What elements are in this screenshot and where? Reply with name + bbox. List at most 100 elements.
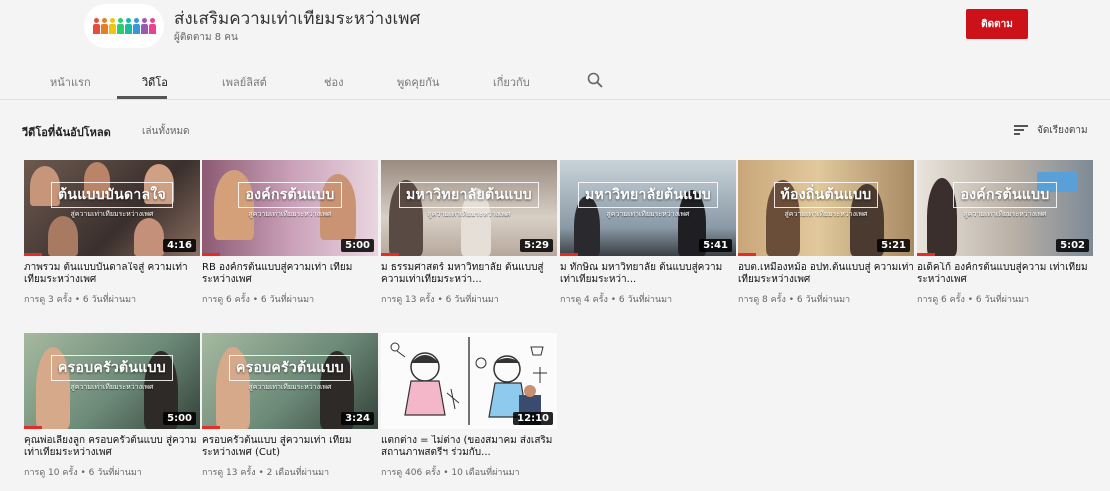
video-duration: 3:24 xyxy=(341,412,374,425)
sort-icon xyxy=(1014,125,1028,135)
subscriber-count: ผู้ติดตาม 8 คน xyxy=(174,32,238,43)
thumbnail-subtitle: สู่ความเท่าเทียมระหว่างเพศ xyxy=(70,383,154,391)
channel-logo-people-icon xyxy=(92,18,156,34)
video-card[interactable]: มหาวิทยาลัยต้นแบบ สู่ความเท่าเทียมระหว่า… xyxy=(560,160,736,306)
video-title[interactable]: ภาพรวม ต้นแบบบันดาลใจสู่ ความเท่าเทียมระ… xyxy=(24,262,200,286)
video-duration: 5:00 xyxy=(163,412,196,425)
video-title[interactable]: แตกต่าง = ไม่ต่าง (ของสมาคม ส่งเสริมสถาน… xyxy=(381,435,557,459)
channel-avatar[interactable] xyxy=(84,4,164,48)
thumbnail-overlay: มหาวิทยาลัยต้นแบบ สู่ความเท่าเทียมระหว่า… xyxy=(560,182,736,220)
thumbnail-title: ต้นแบบบันดาลใจ xyxy=(50,182,174,208)
video-title[interactable]: อบต.เหมืองหม้อ อปท.ต้นแบบสู่ ความเท่าเที… xyxy=(738,262,914,286)
video-card[interactable]: องค์กรต้นแบบ สู่ความเท่าเทียมระหว่างเพศ … xyxy=(202,160,378,306)
video-card[interactable]: มหาวิทยาลัยต้นแบบ สู่ความเท่าเทียมระหว่า… xyxy=(381,160,557,306)
tab-home[interactable]: หน้าแรก xyxy=(50,73,91,91)
person-figure-icon xyxy=(124,18,132,34)
sort-label: จัดเรียงตาม xyxy=(1037,124,1088,136)
thumbnail-title: มหาวิทยาลัยต้นแบบ xyxy=(399,182,539,208)
video-thumbnail[interactable]: ครอบครัวต้นแบบ สู่ความเท่าเทียมระหว่างเพ… xyxy=(202,333,378,429)
watch-progress xyxy=(24,426,42,429)
thumbnail-subtitle: สู่ความเท่าเทียมระหว่างเพศ xyxy=(70,210,154,218)
watch-progress xyxy=(24,253,42,256)
video-title[interactable]: ครอบครัวต้นแบบ สู่ความเท่า เทียมระหว่างเ… xyxy=(202,435,378,459)
thumbnail-subtitle: สู่ความเท่าเทียมระหว่างเพศ xyxy=(963,210,1047,218)
person-figure-icon xyxy=(140,18,148,34)
video-thumbnail[interactable]: ครอบครัวต้นแบบ สู่ความเท่าเทียมระหว่างเพ… xyxy=(24,333,200,429)
video-card[interactable]: ต้นแบบบันดาลใจ สู่ความเท่าเทียมระหว่างเพ… xyxy=(24,160,200,306)
person-figure-icon xyxy=(108,18,116,34)
thumbnail-subtitle: สู่ความเท่าเทียมระหว่างเพศ xyxy=(427,210,511,218)
subscribe-button[interactable]: ติดตาม xyxy=(966,9,1028,39)
person-figure-icon xyxy=(100,18,108,34)
thumbnail-overlay: ครอบครัวต้นแบบ สู่ความเท่าเทียมระหว่างเพ… xyxy=(202,355,378,393)
thumbnail-overlay: ท้องถิ่นต้นแบบ สู่ความเท่าเทียมระหว่างเพ… xyxy=(738,182,914,220)
person-figure-icon xyxy=(132,18,140,34)
video-meta: การดู 4 ครั้ง • 6 วันที่ผ่านมา xyxy=(560,295,673,305)
video-title[interactable]: ม ทักษิณ มหาวิทยาลัย ต้นแบบสู่ความเท่าเท… xyxy=(560,262,736,286)
video-thumbnail[interactable]: ท้องถิ่นต้นแบบ สู่ความเท่าเทียมระหว่างเพ… xyxy=(738,160,914,256)
tab-about[interactable]: เกี่ยวกับ xyxy=(493,73,530,91)
video-meta: การดู 13 ครั้ง • 2 เดือนที่ผ่านมา xyxy=(202,468,330,478)
sort-button[interactable]: จัดเรียงตาม xyxy=(1014,120,1088,140)
video-card[interactable]: ครอบครัวต้นแบบ สู่ความเท่าเทียมระหว่างเพ… xyxy=(24,333,200,479)
tab-channels[interactable]: ช่อง xyxy=(324,73,343,91)
search-icon[interactable] xyxy=(586,71,604,89)
watch-progress xyxy=(381,253,399,256)
video-title[interactable]: ม ธรรมศาสตร์ มหาวิทยาลัย ต้นแบบสู่ความเท… xyxy=(381,262,557,286)
thumbnail-subtitle: สู่ความเท่าเทียมระหว่างเพศ xyxy=(248,383,332,391)
video-duration: 4:16 xyxy=(163,239,196,252)
channel-name: ส่งเสริมความเท่าเทียมระหว่างเพศ xyxy=(174,9,421,29)
video-thumbnail[interactable]: มหาวิทยาลัยต้นแบบ สู่ความเท่าเทียมระหว่า… xyxy=(560,160,736,256)
person-figure-icon xyxy=(92,18,100,34)
tab-discussion[interactable]: พูดคุยกัน xyxy=(397,73,439,91)
video-meta: การดู 6 ครั้ง • 6 วันที่ผ่านมา xyxy=(917,295,1030,305)
video-duration: 5:02 xyxy=(1056,239,1089,252)
thumbnail-title: ท้องถิ่นต้นแบบ xyxy=(773,182,879,208)
video-title[interactable]: อเด็คโก้ องค์กรต้นแบบสู่ความ เท่าเทียมระ… xyxy=(917,262,1093,286)
watch-progress xyxy=(560,253,578,256)
video-duration: 5:00 xyxy=(341,239,374,252)
person-figure-icon xyxy=(116,18,124,34)
video-card[interactable]: 12:10 แตกต่าง = ไม่ต่าง (ของสมาคม ส่งเสร… xyxy=(381,333,557,479)
video-thumbnail[interactable]: องค์กรต้นแบบ สู่ความเท่าเทียมระหว่างเพศ … xyxy=(202,160,378,256)
tab-playlists[interactable]: เพลย์ลิสต์ xyxy=(222,73,267,91)
thumbnail-overlay: มหาวิทยาลัยต้นแบบ สู่ความเท่าเทียมระหว่า… xyxy=(381,182,557,220)
person-figure-icon xyxy=(148,18,156,34)
channel-header: ส่งเสริมความเท่าเทียมระหว่างเพศ ผู้ติดตา… xyxy=(0,0,1110,58)
watch-progress xyxy=(202,426,220,429)
thumbnail-subtitle: สู่ความเท่าเทียมระหว่างเพศ xyxy=(784,210,868,218)
video-meta: การดู 406 ครั้ง • 10 เดือนที่ผ่านมา xyxy=(381,468,520,478)
video-meta: การดู 3 ครั้ง • 6 วันที่ผ่านมา xyxy=(24,295,137,305)
thumbnail-title: ครอบครัวต้นแบบ xyxy=(51,355,173,381)
active-tab-indicator xyxy=(117,96,167,99)
thumbnail-subtitle: สู่ความเท่าเทียมระหว่างเพศ xyxy=(606,210,690,218)
video-thumbnail[interactable]: องค์กรต้นแบบ สู่ความเท่าเทียมระหว่างเพศ … xyxy=(917,160,1093,256)
thumbnail-overlay: องค์กรต้นแบบ สู่ความเท่าเทียมระหว่างเพศ xyxy=(202,182,378,220)
thumbnail-title: องค์กรต้นแบบ xyxy=(238,182,342,208)
video-title[interactable]: คุณพ่อเลี้ยงลูก ครอบครัวต้นแบบ สู่ความเท… xyxy=(24,435,200,459)
video-duration: 5:29 xyxy=(520,239,553,252)
video-meta: การดู 8 ครั้ง • 6 วันที่ผ่านมา xyxy=(738,295,851,305)
video-card[interactable]: ครอบครัวต้นแบบ สู่ความเท่าเทียมระหว่างเพ… xyxy=(202,333,378,479)
thumbnail-title: มหาวิทยาลัยต้นแบบ xyxy=(578,182,718,208)
thumbnail-subtitle: สู่ความเท่าเทียมระหว่างเพศ xyxy=(248,210,332,218)
video-card[interactable]: ท้องถิ่นต้นแบบ สู่ความเท่าเทียมระหว่างเพ… xyxy=(738,160,914,306)
video-duration: 12:10 xyxy=(513,412,553,425)
video-card[interactable]: องค์กรต้นแบบ สู่ความเท่าเทียมระหว่างเพศ … xyxy=(917,160,1093,306)
video-title[interactable]: RB องค์กรต้นแบบสู่ความเท่า เทียมระหว่างเ… xyxy=(202,262,378,286)
video-duration: 5:21 xyxy=(877,239,910,252)
watch-progress xyxy=(202,253,220,256)
video-meta: การดู 10 ครั้ง • 6 วันที่ผ่านมา xyxy=(24,468,142,478)
thumbnail-title: องค์กรต้นแบบ xyxy=(953,182,1057,208)
thumbnail-overlay: ต้นแบบบันดาลใจ สู่ความเท่าเทียมระหว่างเพ… xyxy=(24,182,200,220)
play-all-link[interactable]: เล่นทั้งหมด xyxy=(142,124,190,139)
video-thumbnail[interactable]: 12:10 xyxy=(381,333,557,429)
video-thumbnail[interactable]: มหาวิทยาลัยต้นแบบ สู่ความเท่าเทียมระหว่า… xyxy=(381,160,557,256)
video-meta: การดู 6 ครั้ง • 6 วันที่ผ่านมา xyxy=(202,295,315,305)
section-title: วีดีโอที่ฉันอัปโหลด xyxy=(22,126,111,139)
watch-progress xyxy=(738,253,756,256)
thumbnail-title: ครอบครัวต้นแบบ xyxy=(229,355,351,381)
watch-progress xyxy=(917,253,935,256)
tab-videos[interactable]: วิดีโอ xyxy=(142,73,168,91)
video-thumbnail[interactable]: ต้นแบบบันดาลใจ สู่ความเท่าเทียมระหว่างเพ… xyxy=(24,160,200,256)
